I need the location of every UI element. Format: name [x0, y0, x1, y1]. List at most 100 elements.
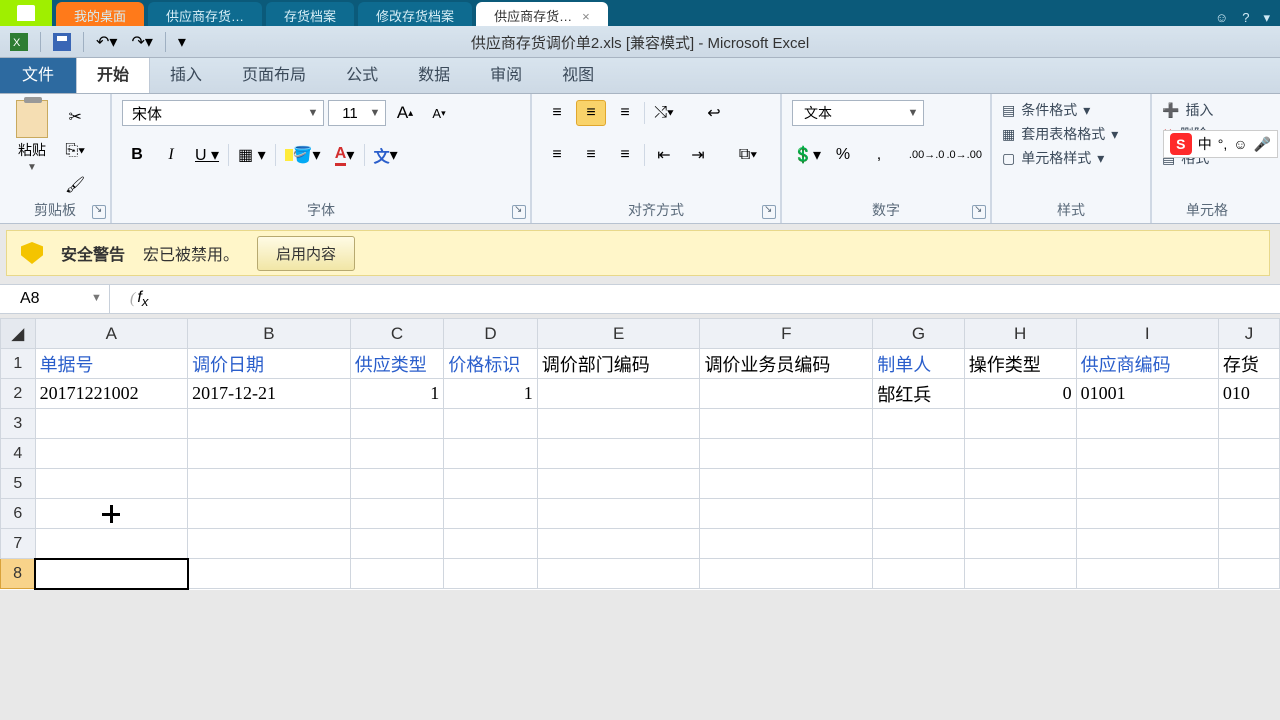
- ribbon-tab-data[interactable]: 数据: [398, 53, 470, 93]
- cell[interactable]: [35, 559, 188, 589]
- cell[interactable]: 单据号: [35, 349, 188, 379]
- cell[interactable]: [444, 529, 538, 559]
- smiley-icon[interactable]: ☺: [1215, 10, 1228, 26]
- column-header[interactable]: D: [444, 319, 538, 349]
- insert-cells-button[interactable]: ➕插入: [1162, 100, 1213, 120]
- font-size-select[interactable]: 11▼: [328, 100, 386, 126]
- column-header[interactable]: I: [1076, 319, 1218, 349]
- app-tab-modify-archive[interactable]: 修改存货档案: [358, 2, 472, 26]
- cell[interactable]: [188, 499, 351, 529]
- cell[interactable]: [1076, 559, 1218, 589]
- cell-style-button[interactable]: ▢单元格样式 ▾: [1002, 148, 1118, 168]
- row-header[interactable]: 4: [1, 439, 36, 469]
- cell[interactable]: 1: [350, 379, 444, 409]
- ribbon-tab-view[interactable]: 视图: [542, 53, 614, 93]
- cell[interactable]: 01001: [1076, 379, 1218, 409]
- cell[interactable]: 调价日期: [188, 349, 351, 379]
- cell[interactable]: [350, 499, 444, 529]
- column-header[interactable]: B: [188, 319, 351, 349]
- cell[interactable]: [964, 559, 1076, 589]
- undo-button[interactable]: ↶▾: [92, 29, 121, 55]
- cell[interactable]: [1218, 439, 1279, 469]
- cell[interactable]: [700, 559, 873, 589]
- cell[interactable]: 操作类型: [964, 349, 1076, 379]
- cell[interactable]: [188, 559, 351, 589]
- align-right-button[interactable]: ≡: [610, 142, 640, 168]
- name-box[interactable]: A8▼: [0, 285, 110, 313]
- cell[interactable]: [700, 439, 873, 469]
- orientation-button[interactable]: ⤭▾: [649, 100, 679, 126]
- cell[interactable]: [35, 469, 188, 499]
- clipboard-launcher[interactable]: [92, 205, 106, 219]
- cell[interactable]: 供应类型: [350, 349, 444, 379]
- excel-icon[interactable]: X: [6, 30, 32, 54]
- column-header[interactable]: G: [873, 319, 965, 349]
- cell[interactable]: [537, 439, 700, 469]
- cell[interactable]: [444, 499, 538, 529]
- cell[interactable]: [350, 469, 444, 499]
- font-name-select[interactable]: 宋体▼: [122, 100, 324, 126]
- number-launcher[interactable]: [972, 205, 986, 219]
- cell[interactable]: [700, 379, 873, 409]
- column-header[interactable]: E: [537, 319, 700, 349]
- menu-icon[interactable]: ▾: [1263, 10, 1270, 26]
- align-top-button[interactable]: ≡: [542, 100, 572, 126]
- fill-color-button[interactable]: 🪣▾: [280, 142, 326, 168]
- fx-label[interactable]: fx: [110, 289, 310, 309]
- cell[interactable]: 010: [1218, 379, 1279, 409]
- cell[interactable]: [873, 409, 965, 439]
- app-tab-active[interactable]: 供应商存货…×: [476, 2, 608, 26]
- paste-dropdown[interactable]: ▼: [27, 162, 37, 173]
- cell[interactable]: [700, 499, 873, 529]
- cell[interactable]: [700, 529, 873, 559]
- app-tab-inventory-archive[interactable]: 存货档案: [266, 2, 354, 26]
- align-left-button[interactable]: ≡: [542, 142, 572, 168]
- ribbon-tab-home[interactable]: 开始: [76, 52, 150, 93]
- italic-button[interactable]: I: [156, 142, 186, 168]
- wrap-text-button[interactable]: ↩: [699, 100, 729, 126]
- save-button[interactable]: [49, 30, 75, 54]
- underline-button[interactable]: U ▾: [190, 142, 224, 168]
- cell[interactable]: [35, 439, 188, 469]
- cell[interactable]: [537, 469, 700, 499]
- cell[interactable]: [537, 529, 700, 559]
- number-format-select[interactable]: 文本▼: [792, 100, 924, 126]
- cell[interactable]: [964, 529, 1076, 559]
- cell[interactable]: [964, 499, 1076, 529]
- paste-icon[interactable]: [16, 100, 48, 138]
- cell[interactable]: [873, 439, 965, 469]
- cell[interactable]: [350, 409, 444, 439]
- chevron-down-icon[interactable]: ▼: [91, 292, 105, 306]
- cell[interactable]: [700, 409, 873, 439]
- formula-input[interactable]: [310, 285, 1280, 313]
- ribbon-tab-file[interactable]: 文件: [0, 53, 76, 93]
- cell[interactable]: [873, 499, 965, 529]
- cell[interactable]: 1: [444, 379, 538, 409]
- cell[interactable]: [350, 439, 444, 469]
- cell[interactable]: [1076, 499, 1218, 529]
- decrease-font-button[interactable]: A▾: [424, 100, 454, 126]
- cell[interactable]: [700, 469, 873, 499]
- column-header[interactable]: C: [350, 319, 444, 349]
- cell[interactable]: 价格标识: [444, 349, 538, 379]
- cell[interactable]: [188, 529, 351, 559]
- cell[interactable]: [1218, 409, 1279, 439]
- qat-customize-button[interactable]: ▾: [174, 29, 190, 55]
- ribbon-tab-review[interactable]: 审阅: [470, 53, 542, 93]
- indent-increase-button[interactable]: ⇥: [683, 142, 713, 168]
- merge-center-button[interactable]: ⧉▾: [733, 142, 763, 168]
- align-launcher[interactable]: [762, 205, 776, 219]
- cell[interactable]: [444, 409, 538, 439]
- cell[interactable]: [873, 559, 965, 589]
- cell[interactable]: [873, 469, 965, 499]
- row-header[interactable]: 6: [1, 499, 36, 529]
- cell[interactable]: 0: [964, 379, 1076, 409]
- format-painter-button[interactable]: 🖌: [60, 172, 90, 198]
- bold-button[interactable]: B: [122, 142, 152, 168]
- cell[interactable]: [1218, 469, 1279, 499]
- column-header[interactable]: A: [35, 319, 188, 349]
- ribbon-tab-formula[interactable]: 公式: [326, 53, 398, 93]
- cut-button[interactable]: ✂: [60, 104, 90, 130]
- comma-style-button[interactable]: ,: [864, 142, 894, 168]
- enable-content-button[interactable]: 启用内容: [257, 236, 355, 271]
